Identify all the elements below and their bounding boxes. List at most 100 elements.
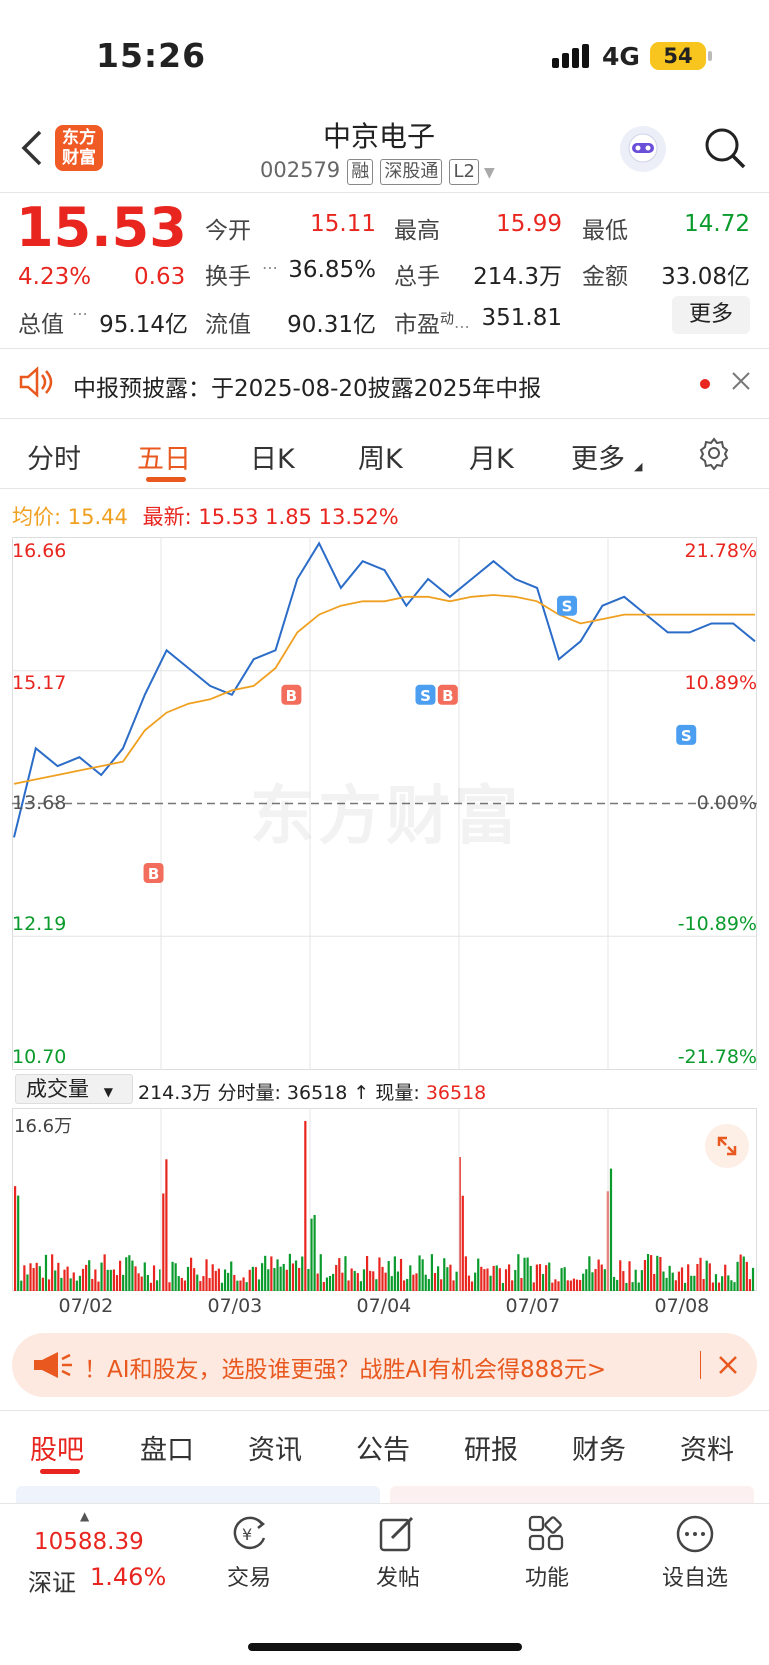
post-icon[interactable] [378,1514,418,1554]
trade-marker-s: S [415,684,436,705]
tab-intraday[interactable]: 分时 [27,437,81,476]
pct-tick-1: 10.89% [684,672,757,694]
tab-research[interactable]: 研报 [464,1428,518,1467]
stock-code: 002579 [260,158,341,182]
volume-bar [294,1260,298,1291]
pe-label-text: 市盈 [394,312,440,338]
avg-price-line [13,594,755,785]
app-logo[interactable]: 东方 财富 [55,125,103,171]
volume-max-label: 16.6万 [14,1116,73,1137]
volume-bar [381,1266,384,1291]
add-watchlist-icon[interactable] [675,1514,715,1554]
tab-more[interactable]: 更多 [571,437,625,476]
dock-function-label[interactable]: 功能 [492,1560,602,1592]
volume-bar [659,1256,662,1291]
y-tick-1: 15.17 [12,672,67,694]
tab-announcements[interactable]: 公告 [356,1428,410,1467]
tab-forum[interactable]: 股吧 [30,1428,84,1467]
tab-order-book[interactable]: 盘口 [140,1428,194,1467]
tab-news[interactable]: 资讯 [248,1428,302,1467]
volume-bar [103,1254,106,1291]
notice-text[interactable]: 中报预披露：于2025-08-20披露2025年中报 [73,369,541,403]
volume-bar [254,1267,258,1291]
tab-five-day[interactable]: 五日 [137,437,191,476]
marker-label: B [286,687,297,705]
tab-monthly-k[interactable]: 月K [469,437,514,476]
volume-bar [696,1263,699,1291]
tab-profile[interactable]: 资料 [680,1428,734,1467]
pe-value: 351.81 [481,305,562,331]
volume-bar [409,1265,412,1291]
stock-name: 中京电子 [323,120,436,153]
volume-bar [665,1277,668,1291]
open-label: 今开 [205,218,251,244]
volume-bar [122,1274,125,1291]
dock-post-label[interactable]: 发帖 [343,1560,453,1592]
volume-bar [421,1259,424,1291]
volume-bar [406,1278,409,1291]
pe-dots-icon[interactable]: ⋯ [454,317,470,336]
tab-finance[interactable]: 财务 [572,1428,626,1467]
megaphone-icon [30,1350,74,1380]
volume-selector[interactable]: 成交量 ▼ [15,1074,133,1104]
volume-bar [532,1282,535,1291]
more-button[interactable]: 更多 [672,296,750,334]
volume-bar [177,1276,180,1291]
function-grid-icon[interactable] [527,1514,567,1554]
volume-bar [23,1265,26,1291]
volume-bar [730,1280,733,1291]
volume-up-arrow-icon: ↑ [353,1082,370,1104]
volume-bar [196,1274,199,1291]
volume-bar [492,1265,495,1291]
volume-bar [742,1256,745,1291]
info-dots-icon[interactable]: ⋯ [262,258,278,277]
volume-chart[interactable]: 16.6万 [12,1108,757,1291]
volume-bar [643,1260,647,1291]
volume-bar [721,1276,724,1291]
robot-avatar-icon[interactable] [620,126,666,172]
volume-bar [285,1269,288,1291]
volume-bar [347,1280,350,1291]
volume-bar [680,1267,684,1291]
tab-daily-k[interactable]: 日K [250,437,295,476]
ai-banner[interactable]: ！AI和股友，选股谁更强？战胜AI有机会得888元> [12,1333,757,1397]
back-icon[interactable] [18,128,46,168]
open-value: 15.11 [310,211,376,237]
turnover-value: 36.85% [288,257,376,283]
low-value: 14.72 [684,211,750,237]
volume-bar [486,1268,489,1291]
dock-trade-label[interactable]: 交易 [194,1560,304,1592]
index-name[interactable]: 深证 [28,1563,76,1598]
index-value[interactable]: 10588.39 [34,1529,144,1555]
tab-weekly-k[interactable]: 周K [358,437,403,476]
turnover-label: 换手 [205,264,251,290]
pe-label: 市盈动⋯ [394,305,470,339]
price-chart[interactable]: BBSBSS 东方财富 [12,537,757,1070]
tab-more-triangle-icon: ◢ [634,460,643,473]
volume-bar [17,1195,20,1291]
settings-gear-icon[interactable] [697,436,731,471]
pct-tick-4: -21.78% [677,1046,757,1068]
volume-bar [51,1254,54,1291]
dock-watchlist-label[interactable]: 设自选 [640,1560,750,1592]
expand-icon[interactable] [705,1124,749,1168]
low-label: 最低 [582,218,628,244]
volume-bar [699,1257,702,1291]
index-pct[interactable]: 1.46% [90,1563,166,1591]
trade-icon[interactable]: ¥ [228,1514,270,1554]
volume-bar [54,1270,57,1291]
search-icon[interactable] [703,126,747,170]
notice-close-icon[interactable] [730,370,752,392]
volume-bar [603,1269,606,1291]
volume-bar [131,1260,134,1291]
banner-text[interactable]: ！AI和股友，选股谁更强？战胜AI有机会得888元> [84,1350,606,1384]
volume-bar [81,1268,85,1291]
stock-code-row[interactable]: 002579 融 深股通 L2 ▼ [260,158,495,185]
volume-bar [390,1276,393,1291]
banner-close-icon[interactable] [717,1354,739,1376]
volume-bar [387,1261,390,1291]
x-axis: 07/02 07/03 07/04 07/07 07/08 [12,1295,757,1321]
mktcap-dots-icon[interactable]: ⋯ [72,304,88,323]
volume-total: 214.3万 [138,1082,212,1104]
high-label: 最高 [394,218,440,244]
